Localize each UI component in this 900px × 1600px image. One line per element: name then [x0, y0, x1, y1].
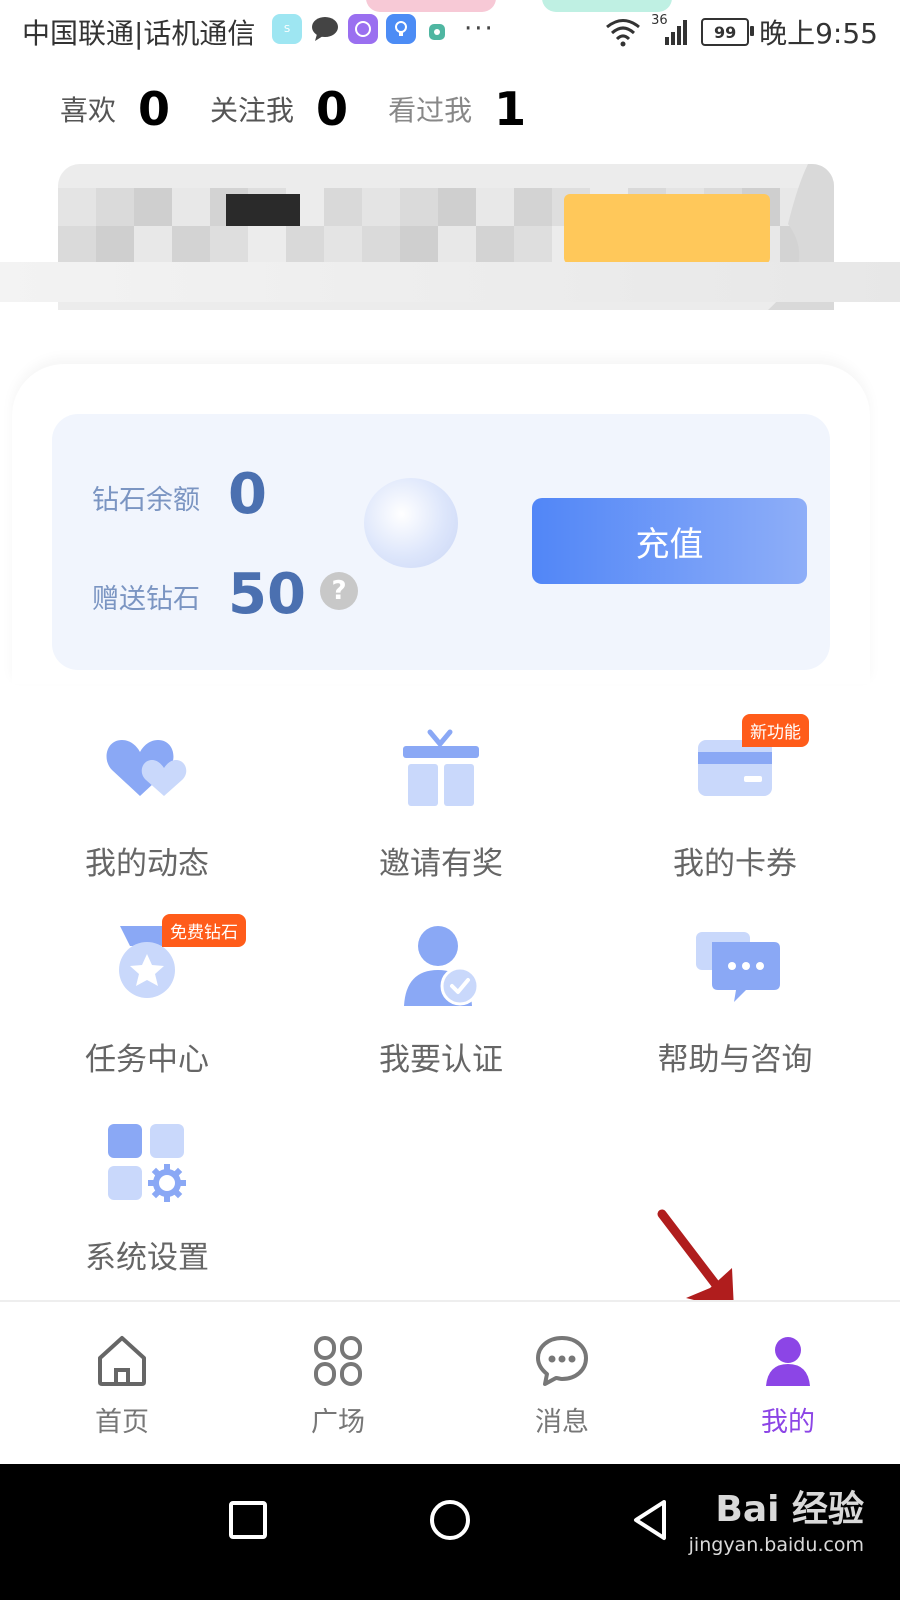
recent-apps-icon[interactable]	[228, 1500, 268, 1540]
mosaic-tile	[514, 188, 552, 226]
nav-home[interactable]: 首页	[62, 1334, 182, 1439]
grid-label: 我的卡券	[673, 846, 797, 882]
card-icon: 新功能	[690, 714, 809, 816]
baidu-watermark: Bai 经验 jingyan.baidu.com	[689, 1480, 864, 1556]
home-circle-icon[interactable]	[428, 1498, 472, 1542]
gift-icon	[396, 726, 486, 816]
gift-diamond-value: 50	[228, 562, 306, 627]
nav-messages[interactable]: 消息	[502, 1334, 622, 1439]
grid-label: 邀请有奖	[379, 846, 503, 882]
diamond-balance-label: 钻石余额	[92, 485, 200, 516]
status-bar: 中国联通|话机通信 S ··· 36 99 晚上9:55	[0, 0, 900, 62]
grid-item-help[interactable]: 帮助与咨询	[635, 922, 835, 1079]
nav-label: 我的	[761, 1407, 815, 1438]
status-right: 36 99 晚上9:55	[605, 12, 878, 52]
mosaic-tile	[362, 188, 400, 226]
grid-label: 任务中心	[85, 1042, 209, 1078]
watermark-url: jingyan.baidu.com	[688, 1534, 864, 1556]
nav-label: 首页	[95, 1407, 149, 1438]
grid-label: 帮助与咨询	[657, 1042, 813, 1078]
grid-label: 我要认证	[379, 1042, 503, 1078]
mosaic-tile	[438, 226, 476, 264]
help-icon[interactable]: ?	[320, 572, 358, 610]
likes-label[interactable]: 喜欢	[60, 89, 116, 129]
carrier-name: 中国联通|话机通信	[22, 17, 256, 50]
banner-dark-block	[226, 194, 300, 226]
nav-label: 广场	[311, 1407, 365, 1438]
mosaic-tile	[172, 226, 210, 264]
medal-icon: 免费钻石	[102, 914, 246, 1012]
chat-status-icon	[312, 17, 338, 41]
profile-icon	[766, 1337, 810, 1386]
mosaic-tile	[134, 188, 172, 226]
visitors-label[interactable]: 看过我	[388, 89, 472, 129]
mosaic-tile	[58, 188, 96, 226]
status-time: 晚上9:55	[759, 17, 878, 50]
home-icon	[98, 1336, 146, 1386]
notification-pill-left	[366, 0, 496, 12]
grid-label: 我的动态	[85, 846, 209, 882]
mosaic-tile	[476, 226, 514, 264]
mosaic-tile	[248, 226, 286, 264]
mosaic-tile	[362, 226, 400, 264]
plaza-icon	[314, 1336, 362, 1386]
diamond-icon	[364, 478, 458, 568]
watermark-brand: Bai 经验	[715, 1489, 864, 1530]
gift-diamond-label: 赠送钻石	[92, 584, 200, 615]
grid-item-my-coupons[interactable]: 新功能 我的卡券	[635, 714, 835, 883]
grid-item-verification[interactable]: 我要认证	[341, 922, 541, 1079]
mosaic-tile	[96, 226, 134, 264]
new-feature-badge: 新功能	[742, 714, 809, 747]
mosaic-tile	[476, 188, 514, 226]
likes-count[interactable]: 0	[138, 82, 170, 136]
status-app-icons: S ···	[272, 14, 495, 44]
mosaic-tile	[438, 188, 476, 226]
robot-status-icon	[429, 24, 445, 40]
visitors-count[interactable]: 1	[494, 82, 526, 136]
nav-label: 消息	[535, 1407, 589, 1438]
diamond-balance-value: 0	[228, 462, 267, 527]
back-icon[interactable]	[630, 1498, 670, 1542]
mosaic-tile	[286, 226, 324, 264]
grid-item-my-posts[interactable]: 我的动态	[47, 726, 247, 883]
profile-stats: 喜欢 0 关注我 0 看过我 1	[60, 82, 566, 136]
signal-icon: 36	[651, 13, 691, 47]
app-status-icon	[348, 14, 378, 44]
hearts-icon	[102, 726, 192, 816]
mosaic-tile	[58, 226, 96, 264]
mosaic-tile	[172, 188, 210, 226]
mosaic-tile	[400, 226, 438, 264]
mosaic-tile	[96, 188, 134, 226]
more-notifications-icon: ···	[464, 14, 495, 44]
grid-label: 系统设置	[85, 1240, 209, 1276]
nav-plaza[interactable]: 广场	[278, 1334, 398, 1439]
settings-grid-icon	[102, 1120, 192, 1210]
notification-pill-right	[542, 0, 672, 12]
bulb-status-icon	[386, 14, 416, 44]
grid-item-system-settings[interactable]: 系统设置	[47, 1120, 247, 1277]
bottom-navigation: 首页 广场 消息 我的	[0, 1300, 900, 1466]
message-icon	[536, 1336, 588, 1386]
recharge-button[interactable]: 充值	[532, 498, 807, 584]
banner-shadow-strip	[0, 262, 900, 302]
wifi-icon	[606, 19, 641, 47]
free-diamonds-badge: 免费钻石	[162, 914, 246, 947]
followers-count[interactable]: 0	[316, 82, 348, 136]
grid-item-invite-rewards[interactable]: 邀请有奖	[341, 726, 541, 883]
mosaic-tile	[324, 188, 362, 226]
mosaic-tile	[134, 226, 172, 264]
nav-me[interactable]: 我的	[728, 1334, 848, 1439]
followers-label[interactable]: 关注我	[210, 89, 294, 129]
mosaic-tile	[400, 188, 438, 226]
verified-user-icon	[396, 922, 486, 1012]
mosaic-tile	[514, 226, 552, 264]
chat-bubbles-icon	[690, 922, 780, 1012]
mosaic-tile	[210, 226, 248, 264]
grid-item-task-center[interactable]: 免费钻石 任务中心	[47, 914, 247, 1079]
soul-app-icon: S	[272, 14, 302, 44]
mosaic-tile	[324, 226, 362, 264]
battery-indicator: 99	[701, 18, 755, 46]
